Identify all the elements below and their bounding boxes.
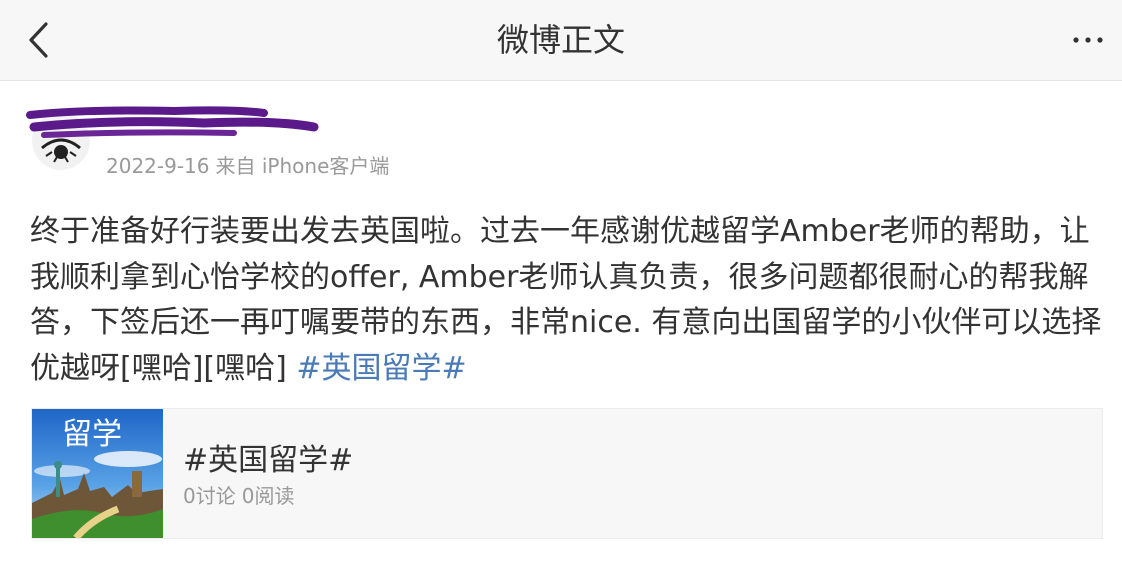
topic-card-title: #英国留学#: [183, 443, 354, 478]
page-title: 微博正文: [496, 21, 625, 59]
post-date: 2022-9-16: [106, 154, 210, 178]
post-body: 终于准备好行装要出发去英国啦。过去一年感谢优越留学Amber老师的帮助，让我顺利…: [30, 214, 1102, 386]
more-options-button[interactable]: [1068, 26, 1108, 54]
top-navigation-bar: 微博正文: [0, 0, 1122, 81]
topic-card-stats: 0讨论 0阅读: [183, 483, 294, 509]
post-source: 来自 iPhone客户端: [215, 154, 390, 178]
topic-link[interactable]: #英国留学#: [296, 351, 466, 386]
post-meta: 2022-9-16 来自 iPhone客户端: [106, 153, 389, 179]
avatar-image: [32, 112, 90, 170]
topic-image: 留学: [32, 409, 163, 538]
avatar[interactable]: [32, 112, 90, 170]
weibo-post: 2022-9-16 来自 iPhone客户端 终于准备好行装要出发去英国啦。过去一…: [0, 81, 1122, 568]
read-count: 0阅读: [241, 484, 295, 508]
thumbnail-caption: 留学: [62, 417, 122, 452]
discussion-count: 0讨论: [183, 484, 236, 508]
more-horizontal-icon: [1073, 37, 1103, 43]
topic-thumbnail: 留学: [32, 409, 163, 538]
post-text: 终于准备好行装要出发去英国啦。过去一年感谢优越留学Amber老师的帮助，让我顺利…: [30, 209, 1105, 391]
topic-card[interactable]: 留学 #英国留学# 0讨论 0阅读: [31, 408, 1103, 539]
